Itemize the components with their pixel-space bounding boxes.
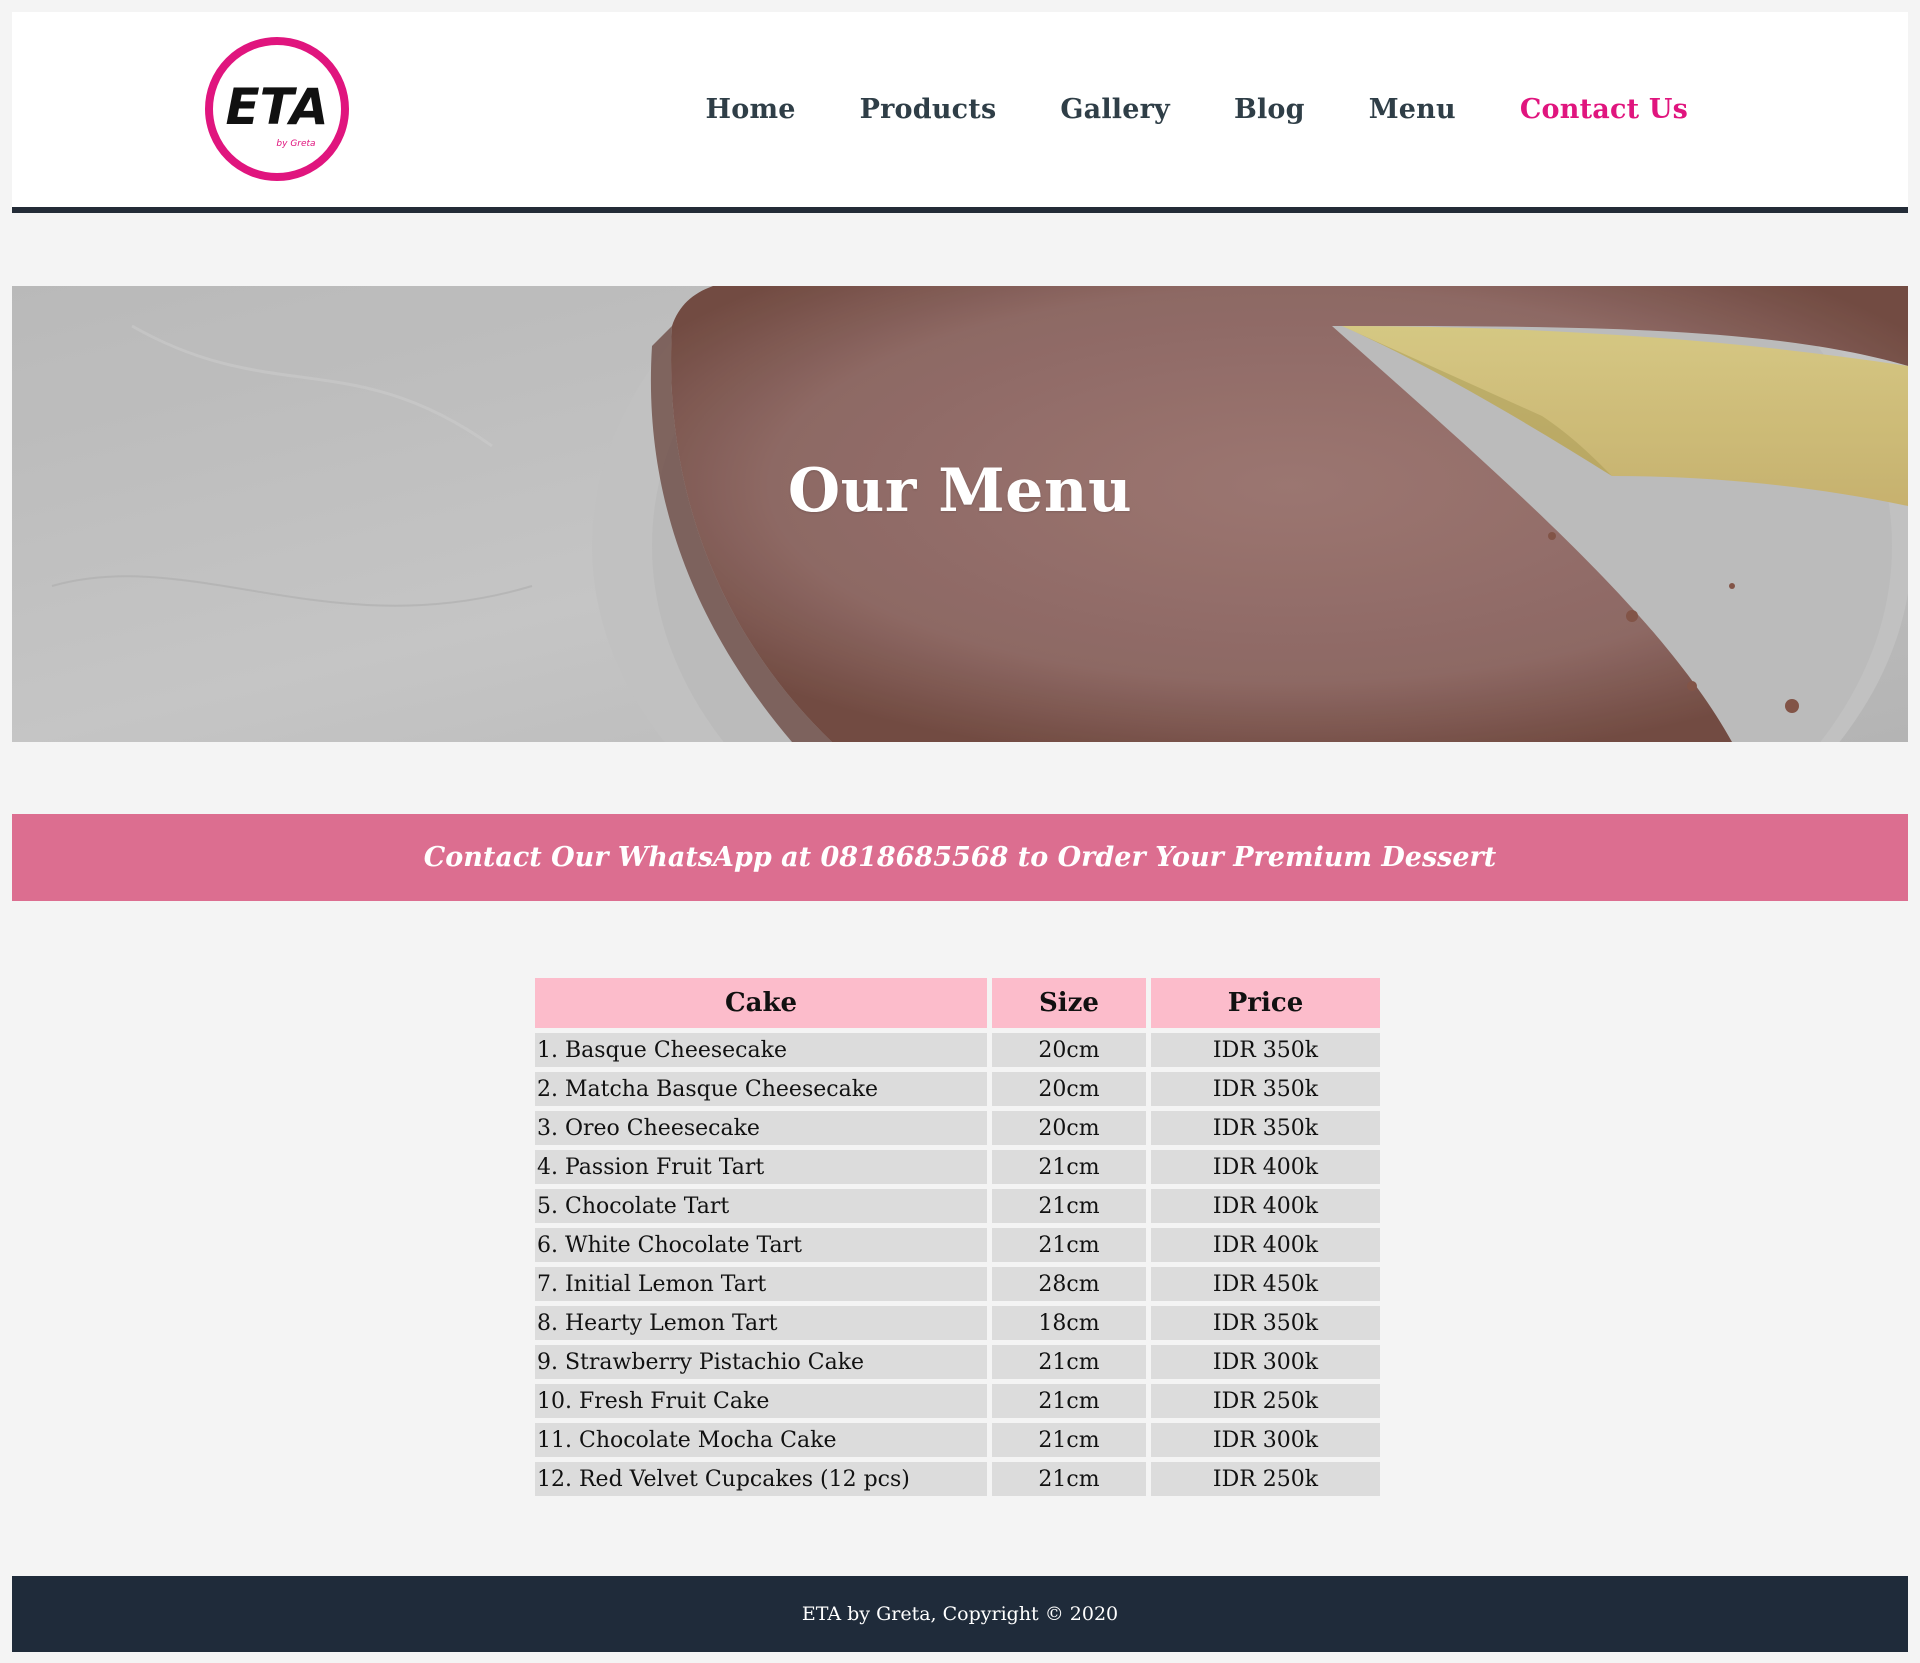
price-cell: IDR 400k	[1151, 1228, 1380, 1262]
size-cell: 18cm	[992, 1306, 1146, 1340]
site-header: ETA by Greta Home Products Gallery Blog …	[12, 12, 1908, 207]
banner-text: Contact Our WhatsApp at 0818685568 to Or…	[423, 842, 1497, 873]
size-cell: 21cm	[992, 1345, 1146, 1379]
size-cell: 21cm	[992, 1423, 1146, 1457]
price-cell: IDR 300k	[1151, 1423, 1380, 1457]
cake-name-cell: 6. White Chocolate Tart	[535, 1228, 987, 1262]
table-row: 3. Oreo Cheesecake 20cm IDR 350k	[535, 1111, 1380, 1145]
table-row: 4. Passion Fruit Tart 21cm IDR 400k	[535, 1150, 1380, 1184]
page-title: Our Menu	[787, 456, 1133, 526]
size-cell: 20cm	[992, 1033, 1146, 1067]
site-footer: ETA by Greta, Copyright © 2020	[12, 1576, 1908, 1652]
table-row: 2. Matcha Basque Cheesecake 20cm IDR 350k	[535, 1072, 1380, 1106]
size-cell: 20cm	[992, 1072, 1146, 1106]
price-cell: IDR 450k	[1151, 1267, 1380, 1301]
cake-name-cell: 4. Passion Fruit Tart	[535, 1150, 987, 1184]
table-row: 12. Red Velvet Cupcakes (12 pcs) 21cm IDR …	[535, 1462, 1380, 1496]
cake-name-cell: 1. Basque Cheesecake	[535, 1033, 987, 1067]
whatsapp-order-banner: Contact Our WhatsApp at 0818685568 to Or…	[12, 814, 1908, 901]
price-cell: IDR 300k	[1151, 1345, 1380, 1379]
cake-name-cell: 8. Hearty Lemon Tart	[535, 1306, 987, 1340]
nav-menu[interactable]: Menu	[1369, 94, 1456, 125]
table-row: 1. Basque Cheesecake 20cm IDR 350k	[535, 1033, 1380, 1067]
cake-name-cell: 11. Chocolate Mocha Cake	[535, 1423, 987, 1457]
table-row: 7. Initial Lemon Tart 28cm IDR 450k	[535, 1267, 1380, 1301]
price-cell: IDR 250k	[1151, 1462, 1380, 1496]
table-row: 6. White Chocolate Tart 21cm IDR 400k	[535, 1228, 1380, 1262]
price-cell: IDR 350k	[1151, 1072, 1380, 1106]
logo-ring-icon: ETA by Greta	[205, 37, 349, 181]
cake-name-cell: 10. Fresh Fruit Cake	[535, 1384, 987, 1418]
table-row: 11. Chocolate Mocha Cake 21cm IDR 300k	[535, 1423, 1380, 1457]
table-header-row: Cake Size Price	[535, 978, 1380, 1028]
table-row: 8. Hearty Lemon Tart 18cm IDR 350k	[535, 1306, 1380, 1340]
logo-subtext: by Greta	[276, 139, 315, 149]
menu-table-container: Cake Size Price 1. Basque Cheesecake 20cm…	[535, 978, 1380, 1496]
price-cell: IDR 350k	[1151, 1111, 1380, 1145]
cake-name-cell: 5. Chocolate Tart	[535, 1189, 987, 1223]
table-row: 10. Fresh Fruit Cake 21cm IDR 250k	[535, 1384, 1380, 1418]
column-header-cake: Cake	[535, 978, 987, 1028]
hero-banner: Our Menu	[12, 286, 1908, 742]
nav-gallery[interactable]: Gallery	[1060, 94, 1170, 125]
logo-text: ETA	[225, 78, 328, 136]
size-cell: 28cm	[992, 1267, 1146, 1301]
price-cell: IDR 350k	[1151, 1033, 1380, 1067]
header-divider	[12, 207, 1908, 213]
size-cell: 20cm	[992, 1111, 1146, 1145]
cake-name-cell: 9. Strawberry Pistachio Cake	[535, 1345, 987, 1379]
column-header-price: Price	[1151, 978, 1380, 1028]
cake-name-cell: 3. Oreo Cheesecake	[535, 1111, 987, 1145]
cake-name-cell: 2. Matcha Basque Cheesecake	[535, 1072, 987, 1106]
size-cell: 21cm	[992, 1189, 1146, 1223]
price-cell: IDR 350k	[1151, 1306, 1380, 1340]
size-cell: 21cm	[992, 1228, 1146, 1262]
size-cell: 21cm	[992, 1150, 1146, 1184]
copyright-text: ETA by Greta, Copyright © 2020	[801, 1603, 1119, 1625]
menu-table: Cake Size Price 1. Basque Cheesecake 20cm…	[530, 973, 1385, 1501]
main-nav: Home Products Gallery Blog Menu Contact …	[642, 12, 1688, 207]
price-cell: IDR 400k	[1151, 1150, 1380, 1184]
cake-name-cell: 12. Red Velvet Cupcakes (12 pcs)	[535, 1462, 987, 1496]
column-header-size: Size	[992, 978, 1146, 1028]
table-row: 5. Chocolate Tart 21cm IDR 400k	[535, 1189, 1380, 1223]
price-cell: IDR 400k	[1151, 1189, 1380, 1223]
size-cell: 21cm	[992, 1384, 1146, 1418]
nav-products[interactable]: Products	[860, 94, 997, 125]
nav-blog[interactable]: Blog	[1234, 94, 1305, 125]
cake-name-cell: 7. Initial Lemon Tart	[535, 1267, 987, 1301]
nav-contact-us[interactable]: Contact Us	[1520, 94, 1688, 125]
size-cell: 21cm	[992, 1462, 1146, 1496]
brand-logo[interactable]: ETA by Greta	[202, 34, 352, 184]
price-cell: IDR 250k	[1151, 1384, 1380, 1418]
nav-home[interactable]: Home	[706, 94, 796, 125]
table-row: 9. Strawberry Pistachio Cake 21cm IDR 300k	[535, 1345, 1380, 1379]
